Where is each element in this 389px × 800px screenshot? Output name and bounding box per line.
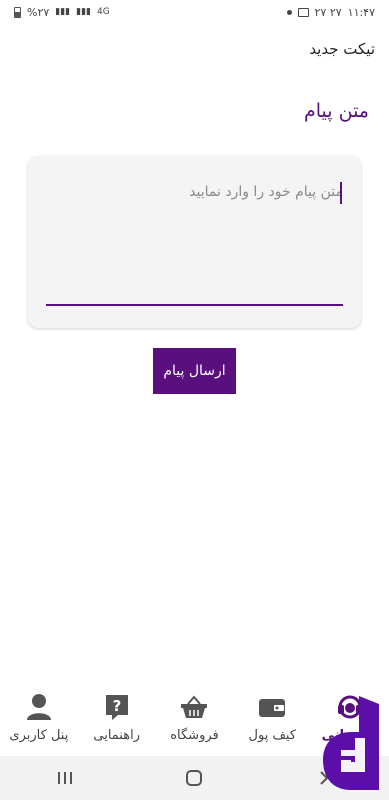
help-icon: ?	[102, 692, 132, 722]
nav-label-help: راهنمایی	[93, 728, 140, 743]
nav-item-help[interactable]: ? راهنمایی	[79, 692, 155, 743]
status-right: ۲۷ ۲۷ ۱۱:۴۷	[286, 5, 375, 19]
recents-icon[interactable]	[45, 763, 85, 793]
network-type: 4G	[97, 7, 110, 17]
wallet-icon	[257, 692, 287, 722]
nav-item-wallet[interactable]: کیف پول	[234, 692, 310, 743]
status-notification-text: ۲۷ ۲۷	[314, 5, 342, 19]
store-watermark-logo	[321, 694, 381, 794]
image-notification-icon	[297, 7, 309, 17]
notification-dot-icon	[286, 9, 292, 15]
nav-label-shop: فروشگاه	[170, 728, 219, 743]
signal-icon-2: ▮▮▮	[76, 7, 91, 17]
send-message-button[interactable]: ارسال پیام	[153, 348, 236, 394]
nav-item-shop[interactable]: فروشگاه	[156, 692, 232, 743]
user-icon	[24, 692, 54, 722]
home-icon[interactable]	[174, 763, 214, 793]
nav-label-wallet: کیف پول	[248, 728, 297, 743]
clock: ۱۱:۴۷	[347, 5, 375, 19]
message-input[interactable]	[46, 178, 343, 306]
text-cursor	[340, 182, 342, 204]
status-left: %۲۷ ▮▮▮ ▮▮▮ 4G	[14, 6, 110, 19]
battery-icon	[14, 6, 21, 18]
nav-item-user-panel[interactable]: پنل کاربری	[1, 692, 77, 743]
page-title: تیکت جدید	[309, 40, 375, 58]
message-heading: متن پیام	[304, 100, 369, 122]
nav-label-user-panel: پنل کاربری	[9, 728, 69, 743]
status-bar: %۲۷ ▮▮▮ ▮▮▮ 4G ۲۷ ۲۷ ۱۱:۴۷	[0, 0, 389, 24]
signal-icon: ▮▮▮	[55, 7, 71, 17]
basket-icon	[179, 692, 209, 722]
svg-text:?: ?	[112, 697, 121, 715]
message-card	[28, 156, 361, 328]
battery-percent: %۲۷	[27, 5, 50, 19]
